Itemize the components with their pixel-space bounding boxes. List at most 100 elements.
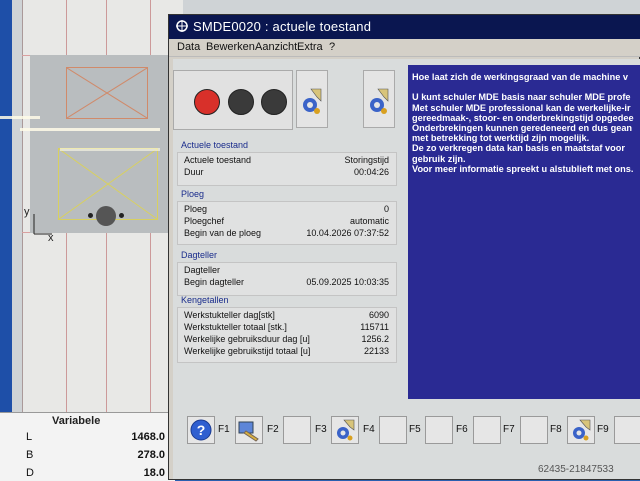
menu-help[interactable]: ? xyxy=(329,41,335,53)
machine-config-button[interactable] xyxy=(363,70,395,128)
info-row: Werkstukteller dag[stk] 6090 xyxy=(184,310,389,321)
variable-value: 1468.0 xyxy=(131,431,165,443)
info-line: Voor meer informatie spreekt u alstublie… xyxy=(412,163,634,174)
f6-label: F6 xyxy=(456,424,468,435)
f7-label: F7 xyxy=(503,424,515,435)
row-value: 22133 xyxy=(363,346,389,356)
group-title: Actuele toestand xyxy=(181,140,249,150)
row-label: Werkelijke gebruiksduur dag [u] xyxy=(184,334,310,344)
cad-dot xyxy=(119,213,124,218)
group-kengetallen: Kengetallen Werkstukteller dag[stk] 6090… xyxy=(177,295,397,363)
info-row: Dagteller xyxy=(184,265,389,276)
row-label: Duur xyxy=(184,167,204,177)
info-line: Met schuler MDE professional kan de werk… xyxy=(412,102,631,113)
menu-bewerken[interactable]: Bewerken xyxy=(206,41,255,53)
row-label: Begin dagteller xyxy=(184,277,245,287)
gear-doc-icon xyxy=(337,419,355,441)
info-row: Werkelijke gebruikstijd totaal [u] 22133 xyxy=(184,346,389,357)
f2-edit-button[interactable] xyxy=(235,416,263,444)
f10-button[interactable] xyxy=(614,416,640,444)
f6-button[interactable] xyxy=(425,416,453,444)
info-line xyxy=(412,82,634,92)
f5-label: F5 xyxy=(409,424,421,435)
screen-glare xyxy=(20,128,160,131)
background-left-bar xyxy=(0,0,12,480)
axis-origin-icon xyxy=(33,214,52,235)
svg-text:?: ? xyxy=(197,422,206,438)
info-row: Actuele toestand Storingstijd xyxy=(184,155,389,166)
edit-wrench-icon xyxy=(238,421,259,442)
info-line: De zo verkregen data kan basis en maatst… xyxy=(412,143,625,154)
row-label: Werkstukteller dag[stk] xyxy=(184,310,275,320)
cad-dot xyxy=(88,213,93,218)
variable-row[interactable]: D 18.0 xyxy=(26,467,171,481)
row-value: 05.09.2025 10:03:35 xyxy=(306,277,389,287)
help-icon: ? xyxy=(190,419,212,441)
variable-key: D xyxy=(26,467,34,479)
row-label: Ploeg xyxy=(184,204,208,214)
info-row: Duur 00:04:26 xyxy=(184,167,389,178)
f1-label: F1 xyxy=(218,424,230,435)
info-row: Ploeg 0 xyxy=(184,204,389,215)
menu-extra[interactable]: Extra xyxy=(297,41,323,53)
info-line: met betrekking tot werktijd zijn mogelij… xyxy=(412,133,590,144)
group-title: Kengetallen xyxy=(181,295,229,305)
info-line: Hoe laat zich de werkingsgraad van de ma… xyxy=(412,72,628,82)
group-title: Dagteller xyxy=(181,250,218,260)
row-label: Dagteller xyxy=(184,265,221,275)
variable-value: 18.0 xyxy=(143,467,165,479)
info-line: U kunt schuler MDE basis naar schuler MD… xyxy=(412,92,631,103)
group-ploeg: Ploeg Ploeg 0 Ploegchef automatic Begin … xyxy=(177,189,397,245)
row-label: Werkstukteller totaal [stk.] xyxy=(184,322,287,332)
f3-button[interactable] xyxy=(283,416,311,444)
info-row: Ploegchef automatic xyxy=(184,216,389,227)
f9-label: F9 xyxy=(597,424,609,435)
traffic-light xyxy=(173,70,293,130)
f7-button[interactable] xyxy=(473,416,501,444)
group-actuele-toestand: Actuele toestand Actuele toestand Storin… xyxy=(177,140,397,186)
f3-label: F3 xyxy=(315,424,327,435)
serial-watermark: 62435-21847533 xyxy=(538,464,614,475)
machine-status-button[interactable] xyxy=(296,70,328,128)
info-line: Onderbrekingen kunnen geredeneerd en dus… xyxy=(412,123,633,134)
f8-label: F8 xyxy=(550,424,562,435)
info-line: gebruik zijn. xyxy=(412,153,466,164)
f5-button[interactable] xyxy=(379,416,407,444)
screen-glare xyxy=(0,116,40,119)
info-row: Begin van de ploeg 10.04.2026 07:37:52 xyxy=(184,228,389,239)
info-row: Werkstukteller totaal [stk.] 115711 xyxy=(184,322,389,333)
f8-button[interactable] xyxy=(520,416,548,444)
menu-aanzicht[interactable]: Aanzicht xyxy=(255,41,297,53)
menu-data[interactable]: Data xyxy=(177,41,200,53)
f2-label: F2 xyxy=(267,424,279,435)
app-icon xyxy=(176,20,188,32)
row-value: Storingstijd xyxy=(344,155,389,165)
row-value: 115711 xyxy=(360,322,389,332)
row-label: Werkelijke gebruikstijd totaal [u] xyxy=(184,346,311,356)
lamp-red-icon xyxy=(194,89,220,115)
mde-window: SMDE0020 : actuele toestand Data Bewerke… xyxy=(168,14,640,480)
f4-status-button[interactable] xyxy=(331,416,359,444)
cad-cross-box xyxy=(66,67,148,119)
f1-help-button[interactable]: ? xyxy=(187,416,215,444)
variable-key: B xyxy=(26,449,34,461)
gear-doc-icon xyxy=(370,88,389,114)
row-value: 0 xyxy=(383,204,389,214)
row-label: Actuele toestand xyxy=(184,155,252,165)
row-value: automatic xyxy=(349,216,389,226)
variables-header: Variabele xyxy=(52,415,101,427)
row-value: 10.04.2026 07:37:52 xyxy=(306,228,389,238)
group-title: Ploeg xyxy=(181,189,205,199)
variable-row[interactable]: L 1468.0 xyxy=(26,431,171,445)
variable-row[interactable]: B 278.0 xyxy=(26,449,171,463)
gear-doc-icon xyxy=(573,419,591,441)
title-bar[interactable]: SMDE0020 : actuele toestand xyxy=(169,15,640,39)
row-label: Begin van de ploeg xyxy=(184,228,262,238)
info-text-panel: Hoe laat zich de werkingsgraad van de ma… xyxy=(408,65,640,399)
row-value: 6090 xyxy=(368,310,389,320)
function-key-bar: ? F1 F2 F3 F4 F5 F6 F7 F8 F9 xyxy=(177,412,640,452)
f9-status-button[interactable] xyxy=(567,416,595,444)
group-dagteller: Dagteller Dagteller Begin dagteller 05.0… xyxy=(177,250,397,296)
variables-panel: Variabele L 1468.0 B 278.0 D 18.0 xyxy=(0,412,175,481)
info-line: gereedmaak-, stoor- en onderbrekingstijd… xyxy=(412,112,634,123)
